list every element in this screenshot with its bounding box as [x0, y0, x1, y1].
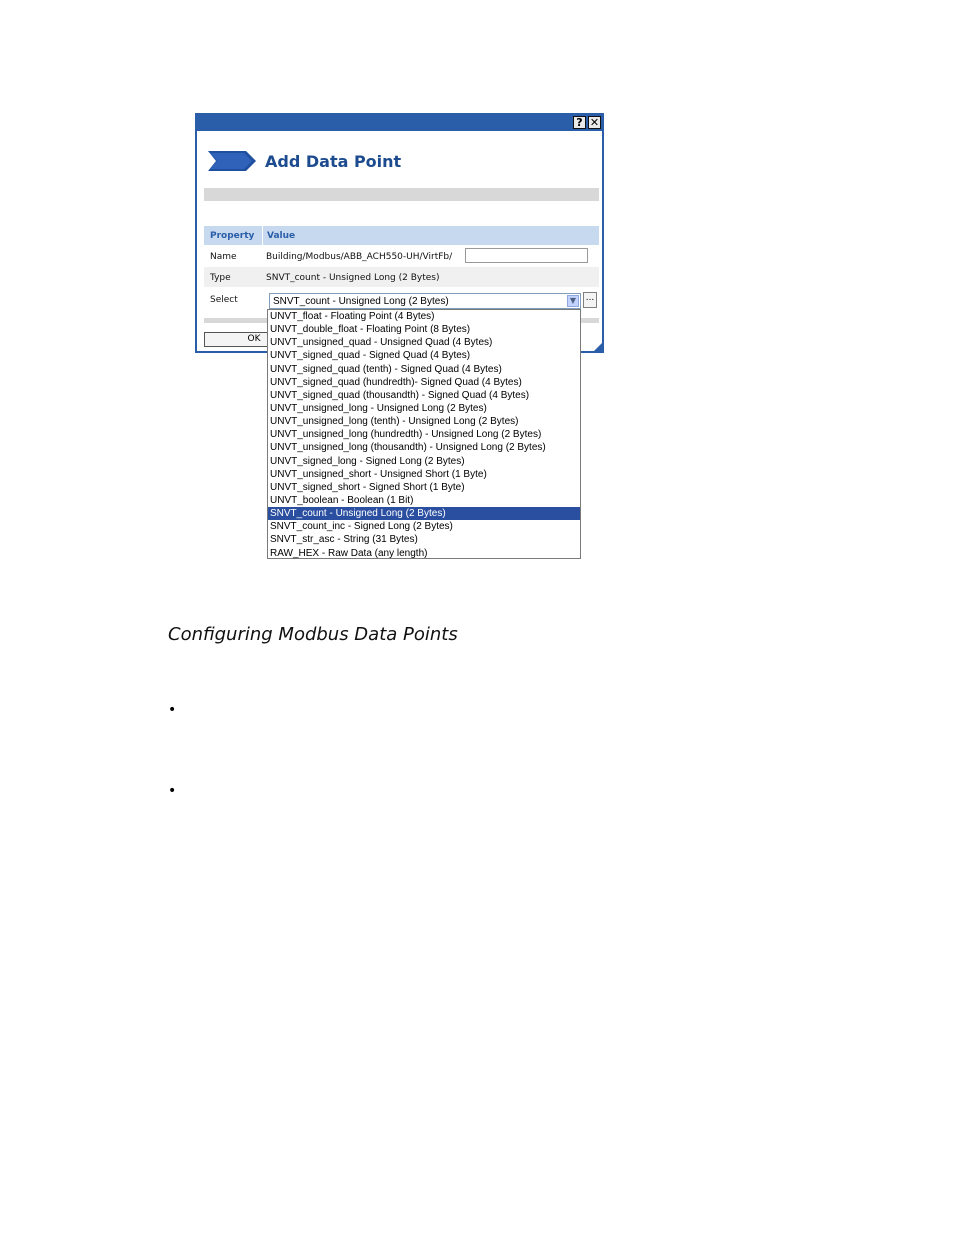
type-value: SNVT_count - Unsigned Long (2 Bytes) [266, 273, 440, 283]
question-mark-icon[interactable]: ? [573, 116, 586, 129]
dropdown-option[interactable]: UNVT_unsigned_long (hundredth) - Unsigne… [268, 428, 580, 441]
figure-caption: Configuring Modbus Data Points [168, 624, 458, 645]
chevron-down-icon[interactable]: ▼ [567, 295, 579, 307]
dropdown-option[interactable]: UNVT_signed_quad (thousandth) - Signed Q… [268, 389, 580, 402]
dropdown-option[interactable]: UNVT_unsigned_long (tenth) - Unsigned Lo… [268, 415, 580, 428]
dialog-title: Add Data Point [265, 152, 402, 171]
dropdown-option[interactable]: UNVT_boolean - Boolean (1 Bit) [268, 494, 580, 507]
column-separator [262, 226, 263, 245]
dropdown-option[interactable]: UNVT_unsigned_long - Unsigned Long (2 By… [268, 402, 580, 415]
value-column-header: Value [267, 231, 296, 241]
type-dropdown-list: UNVT_float - Floating Point (4 Bytes) UNV… [267, 309, 581, 559]
dropdown-option[interactable]: UNVT_unsigned_long (thousandth) - Unsign… [268, 441, 580, 454]
header-divider [204, 188, 599, 201]
dialog-titlebar: ? ✕ [197, 115, 602, 131]
bullet-point-2: • [168, 783, 177, 799]
dropdown-option[interactable]: UNVT_signed_long - Signed Long (2 Bytes) [268, 455, 580, 468]
name-path: Building/Modbus/ABB_ACH550-UH/VirtFb/ [266, 252, 453, 262]
select-value: SNVT_count - Unsigned Long (2 Bytes) [273, 296, 449, 307]
dropdown-option[interactable]: UNVT_unsigned_quad - Unsigned Quad (4 By… [268, 336, 580, 349]
dropdown-option[interactable]: RAW_HEX - Raw Data (any length) [268, 547, 580, 560]
property-column-header: Property [210, 231, 255, 241]
type-select[interactable]: SNVT_count - Unsigned Long (2 Bytes) ▼ [269, 293, 581, 309]
dropdown-option[interactable]: UNVT_signed_short - Signed Short (1 Byte… [268, 481, 580, 494]
select-label: Select [210, 295, 238, 305]
dropdown-option[interactable]: UNVT_float - Floating Point (4 Bytes) [268, 310, 580, 323]
dropdown-option[interactable]: SNVT_count_inc - Signed Long (2 Bytes) [268, 520, 580, 533]
dropdown-option[interactable]: SNVT_count - Unsigned Long (2 Bytes) [268, 507, 580, 521]
browse-button[interactable]: ... [583, 292, 597, 308]
resize-grip-icon[interactable] [594, 343, 602, 351]
dropdown-option[interactable]: UNVT_signed_quad - Signed Quad (4 Bytes) [268, 349, 580, 362]
dialog-header: Add Data Point [200, 131, 599, 188]
blue-arrow-icon [208, 151, 256, 171]
close-icon[interactable]: ✕ [588, 116, 601, 129]
name-input[interactable] [465, 248, 588, 263]
name-label: Name [210, 252, 237, 262]
bullet-point-1: • [168, 702, 177, 718]
dropdown-option[interactable]: UNVT_unsigned_short - Unsigned Short (1 … [268, 468, 580, 481]
dropdown-option[interactable]: UNVT_signed_quad (tenth) - Signed Quad (… [268, 363, 580, 376]
dropdown-option[interactable]: UNVT_signed_quad (hundredth)- Signed Qua… [268, 376, 580, 389]
dropdown-option[interactable]: UNVT_double_float - Floating Point (8 By… [268, 323, 580, 336]
type-label: Type [210, 273, 231, 283]
table-header: Property Value [204, 226, 599, 245]
dropdown-option[interactable]: SNVT_str_asc - String (31 Bytes) [268, 533, 580, 546]
